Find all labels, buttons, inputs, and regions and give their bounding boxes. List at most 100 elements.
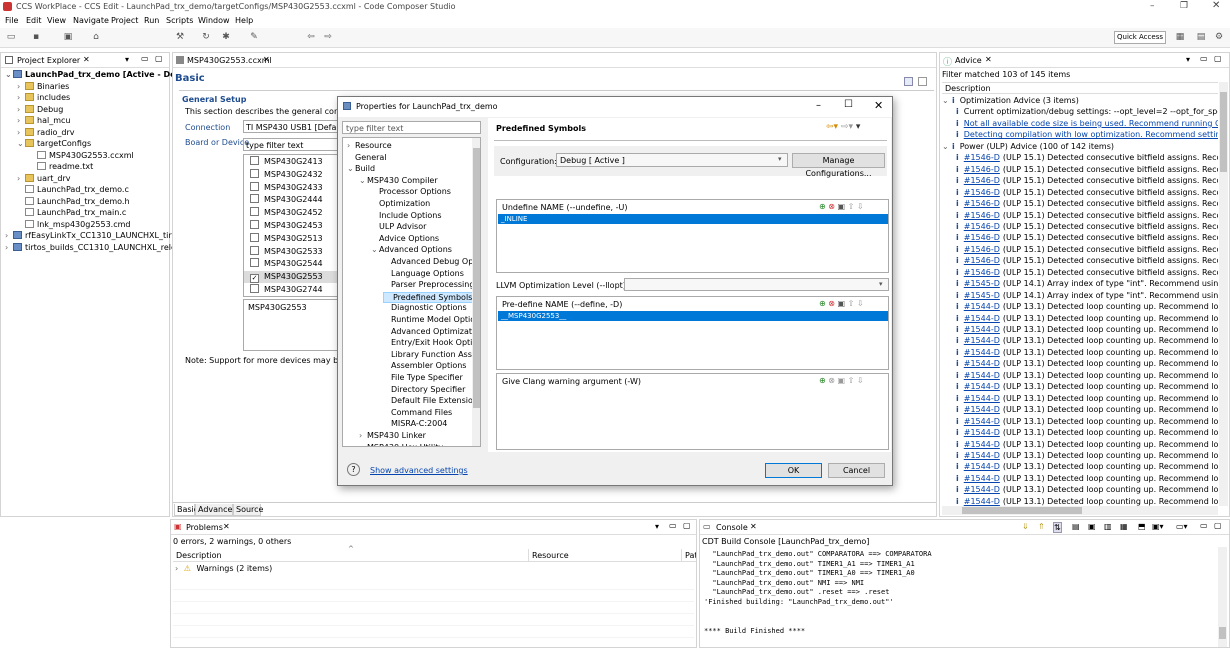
undefine-item[interactable]: _INLINE (498, 214, 888, 224)
properties-tree-item[interactable]: Language Options (383, 269, 464, 278)
advice-row[interactable]: i #1544-D (ULP 13.1) Detected loop countin… (954, 382, 1218, 391)
tree-scroll-thumb[interactable] (473, 148, 480, 408)
ccs-debug-icon[interactable]: ⚙ (1213, 32, 1225, 43)
advice-code-link[interactable]: #1546-D (964, 245, 1000, 254)
properties-tree-item[interactable]: ⌄Advanced Options (371, 245, 452, 254)
menu-view[interactable]: View (47, 16, 66, 25)
device-row[interactable]: MSP430G2433 (244, 181, 338, 194)
close-icon[interactable]: ✕ (263, 55, 270, 64)
column-path[interactable]: Pat (682, 549, 696, 562)
menu-edit[interactable]: Edit (26, 16, 42, 25)
chevron-right-icon[interactable]: › (359, 443, 367, 446)
device-checkbox[interactable] (250, 194, 259, 204)
advice-code-link[interactable]: #1544-D (964, 314, 1000, 323)
advice-row[interactable]: i #1546-D (ULP 15.1) Detected consecutive … (954, 165, 1218, 174)
minimize-view-icon[interactable]: ▭ (669, 521, 677, 530)
move-down-icon[interactable]: ⇩ (857, 376, 864, 385)
advice-scroll-thumb[interactable] (1220, 92, 1227, 172)
tab-console[interactable]: Console (716, 523, 748, 532)
tree-item[interactable]: LaunchPad_trx_demo.c (17, 185, 129, 194)
advice-row[interactable]: i #1546-D (ULP 15.1) Detected consecutive … (954, 245, 1218, 254)
advice-code-link[interactable]: #1544-D (964, 382, 1000, 391)
nav-forward-icon[interactable]: ⇨▾ (841, 122, 853, 132)
column-resource[interactable]: Resource (529, 549, 682, 562)
page-menu-icon[interactable]: ▾ (856, 122, 861, 132)
advice-row[interactable]: i #1544-D (ULP 13.1) Detected loop countin… (954, 428, 1218, 437)
advice-row[interactable]: i #1545-D (ULP 14.1) Array index of type "… (954, 291, 1218, 300)
nav-back-icon[interactable]: ⇦▾ ⇨▾ ▾ (826, 122, 860, 132)
properties-tree-item[interactable]: ⌄MSP430 Compiler (359, 176, 438, 185)
add-icon[interactable]: ⊕ ⊗ ▣ ⇧ ⇩ (819, 376, 864, 385)
move-up-icon[interactable]: ⇧ (848, 299, 855, 308)
advice-row[interactable]: i Detecting compilation with low optimiza… (954, 130, 1218, 139)
maximize-icon[interactable]: ❐ (1180, 1, 1188, 11)
device-checkbox[interactable] (250, 168, 259, 178)
advice-code-link[interactable]: #1546-D (964, 153, 1000, 162)
tree-item[interactable]: › Binaries (17, 81, 69, 91)
advice-row[interactable]: i #1544-D (ULP 13.1) Detected loop countin… (954, 359, 1218, 368)
tree-item[interactable]: LaunchPad_trx_demo.h (17, 196, 130, 206)
advice-row[interactable]: i Current optimization/debug settings: --… (954, 107, 1218, 116)
advice-column-description[interactable]: Description (942, 82, 1218, 94)
advice-row[interactable]: i #1546-D (ULP 15.1) Detected consecutive … (954, 188, 1218, 197)
advice-row[interactable]: ⌄ i Optimization Advice (3 items) (942, 96, 1218, 105)
device-row[interactable]: MSP430G2413 (244, 156, 338, 168)
expand-icon[interactable]: › (5, 231, 13, 240)
llvm-select[interactable]: ▾ (624, 278, 889, 291)
properties-tree-item[interactable]: Optimization (371, 199, 430, 208)
advice-row[interactable]: i #1546-D (ULP 15.1) Detected consecutive … (954, 176, 1218, 185)
device-checkbox[interactable] (250, 245, 259, 255)
add-icon[interactable]: ⊕ ⊗ ▣ ⇧ ⇩ (819, 202, 864, 211)
advice-code-link[interactable]: #1546-D (964, 268, 1000, 277)
close-icon[interactable]: ✕ (750, 522, 757, 531)
device-row[interactable]: MSP430G2744 (244, 284, 338, 296)
advice-code-link[interactable]: #1546-D (964, 211, 1000, 220)
device-row[interactable]: MSP430G2533 (244, 245, 338, 258)
device-filter-input[interactable]: type filter text (243, 138, 339, 151)
properties-tree-item[interactable]: MISRA-C:2004 (383, 419, 447, 428)
advice-hscroll-thumb[interactable] (962, 507, 1082, 514)
expand-icon[interactable]: › (17, 82, 25, 91)
dialog-maximize-icon[interactable]: ☐ (844, 99, 853, 110)
edit-icon[interactable]: ▣ (838, 202, 846, 211)
ccs-edit-icon[interactable]: ▤ (1195, 32, 1207, 43)
dialog-minimize-icon[interactable]: – (816, 100, 821, 111)
word-wrap-icon[interactable]: ▦ (1120, 522, 1128, 531)
chevron-down-icon[interactable]: ⌄ (347, 164, 355, 173)
menu-project[interactable]: Project (111, 16, 138, 25)
device-checkbox[interactable] (250, 232, 259, 242)
tree-item[interactable]: › Debug (17, 104, 63, 114)
maximize-view-icon[interactable]: ▢ (1214, 54, 1222, 63)
device-checkbox[interactable] (250, 284, 259, 293)
minimize-view-icon[interactable]: ▭ (1200, 54, 1208, 63)
chevron-down-icon[interactable]: ⌄ (359, 176, 367, 185)
properties-tree-item[interactable]: General (347, 153, 387, 162)
pin-icon[interactable]: ✎ (248, 32, 260, 43)
device-checkbox[interactable] (250, 181, 259, 191)
properties-tree-item[interactable]: Runtime Model Optio (383, 315, 475, 324)
advice-code-link[interactable]: #1544-D (964, 417, 1000, 426)
properties-tree-item[interactable]: ⌄Build (347, 164, 375, 173)
configuration-select[interactable]: Debug [ Active ] (556, 153, 788, 167)
chevron-down-icon[interactable]: ⌄ (942, 96, 950, 105)
warnings-row[interactable]: › ⚠ Warnings (2 items) (175, 564, 272, 573)
expand-icon[interactable]: › (17, 116, 25, 125)
tab-source[interactable]: Source (233, 504, 263, 516)
device-row[interactable]: MSP430G2544 (244, 258, 338, 270)
menu-scripts[interactable]: Scripts (166, 16, 193, 25)
pin-console-icon[interactable]: ▣ (1088, 522, 1096, 531)
advice-code-link[interactable]: #1546-D (964, 188, 1000, 197)
advice-code-link[interactable]: #1545-D (964, 279, 1000, 288)
properties-tree-item[interactable]: Library Function Assu (383, 350, 477, 359)
display-console-icon[interactable]: ⬒ (1138, 522, 1146, 531)
tree-item[interactable]: lnk_msp430g2553.cmd (17, 219, 130, 229)
expand-icon[interactable]: › (17, 93, 25, 102)
tree-scrollbar[interactable] (472, 138, 480, 446)
properties-tree-item[interactable]: Command Files (383, 408, 452, 417)
advice-code-link[interactable]: #1546-D (964, 222, 1000, 231)
properties-tree-item[interactable]: Processor Options (371, 187, 451, 196)
advice-code-link[interactable]: #1544-D (964, 302, 1000, 311)
move-down-icon[interactable]: ⇩ (857, 299, 864, 308)
properties-tree-item[interactable]: ULP Advisor (371, 222, 426, 231)
properties-tree-item[interactable]: › Resource (347, 141, 392, 150)
